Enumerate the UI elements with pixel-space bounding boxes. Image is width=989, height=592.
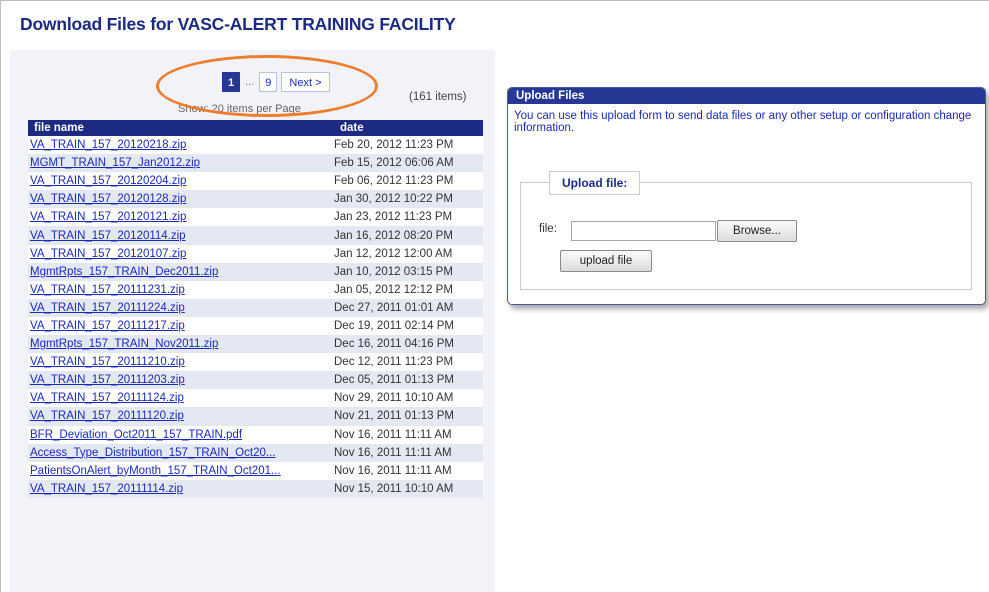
file-date-cell: Jan 16, 2012 08:20 PM bbox=[330, 226, 483, 245]
frame-border-left bbox=[0, 0, 1, 592]
file-name-cell: MgmtRpts_157_TRAIN_Nov2011.zip bbox=[28, 335, 330, 354]
file-date-cell: Feb 20, 2012 11:23 PM bbox=[330, 136, 483, 155]
upload-dialog-title: Upload Files bbox=[508, 88, 985, 104]
file-download-link[interactable]: VA_TRAIN_157_20111210.zip bbox=[30, 356, 328, 368]
table-row: MgmtRpts_157_TRAIN_Nov2011.zip Dec 16, 20… bbox=[28, 335, 483, 354]
table-row: VA_TRAIN_157_20111114.zip Nov 15, 2011 10… bbox=[28, 479, 483, 498]
file-date-cell: Jan 05, 2012 12:12 PM bbox=[330, 280, 483, 299]
file-download-link[interactable]: VA_TRAIN_157_20120121.zip bbox=[30, 211, 328, 223]
file-download-link[interactable]: VA_TRAIN_157_20111224.zip bbox=[30, 302, 328, 314]
table-row: VA_TRAIN_157_20111124.zip Nov 29, 2011 10… bbox=[28, 389, 483, 408]
table-row: VA_TRAIN_157_20111217.zip Dec 19, 2011 02… bbox=[28, 316, 483, 336]
table-row: BFR_Deviation_Oct2011_157_TRAIN.pdf Nov 1… bbox=[28, 425, 483, 444]
column-header-date[interactable]: date bbox=[330, 120, 483, 136]
table-row: VA_TRAIN_157_20120114.zip Jan 16, 2012 08… bbox=[28, 226, 483, 245]
file-name-cell: VA_TRAIN_157_20120218.zip bbox=[28, 136, 330, 155]
file-name-cell: PatientsOnAlert_byMonth_157_TRAIN_Oct201… bbox=[28, 461, 330, 480]
file-download-link[interactable]: PatientsOnAlert_byMonth_157_TRAIN_Oct201… bbox=[30, 465, 328, 477]
file-date-cell: Nov 16, 2011 11:11 AM bbox=[330, 461, 483, 480]
pagination-highlight-annotation bbox=[156, 55, 378, 117]
table-row: VA_TRAIN_157_20120218.zip Feb 20, 2012 11… bbox=[28, 136, 483, 155]
file-name-cell: VA_TRAIN_157_20111224.zip bbox=[28, 298, 330, 317]
file-date-cell: Jan 10, 2012 03:15 PM bbox=[330, 262, 483, 281]
file-field-label: file: bbox=[539, 223, 557, 235]
file-name-cell: VA_TRAIN_157_20120114.zip bbox=[28, 226, 330, 245]
file-name-cell: VA_TRAIN_157_20120204.zip bbox=[28, 172, 330, 191]
page-title: Download Files for VASC-ALERT TRAINING F… bbox=[20, 14, 456, 34]
file-date-cell: Jan 12, 2012 12:00 AM bbox=[330, 244, 483, 263]
file-name-cell: MgmtRpts_157_TRAIN_Dec2011.zip bbox=[28, 262, 330, 281]
table-row: VA_TRAIN_157_20111120.zip Nov 21, 2011 01… bbox=[28, 407, 483, 426]
file-download-link[interactable]: VA_TRAIN_157_20111217.zip bbox=[30, 320, 328, 332]
file-date-cell: Feb 15, 2012 06:06 AM bbox=[330, 154, 483, 173]
file-download-link[interactable]: VA_TRAIN_157_20111120.zip bbox=[30, 410, 328, 422]
items-count: (161 items) bbox=[409, 91, 467, 103]
file-name-cell: VA_TRAIN_157_20120107.zip bbox=[28, 244, 330, 263]
file-date-cell: Dec 19, 2011 02:14 PM bbox=[330, 316, 483, 336]
table-row: VA_TRAIN_157_20120121.zip Jan 23, 2012 11… bbox=[28, 208, 483, 227]
file-path-input[interactable] bbox=[571, 221, 716, 241]
file-download-link[interactable]: VA_TRAIN_157_20111114.zip bbox=[30, 483, 328, 495]
file-download-link[interactable]: BFR_Deviation_Oct2011_157_TRAIN.pdf bbox=[30, 429, 328, 441]
file-name-cell: BFR_Deviation_Oct2011_157_TRAIN.pdf bbox=[28, 425, 330, 444]
file-date-cell: Nov 16, 2011 11:11 AM bbox=[330, 443, 483, 462]
file-download-link[interactable]: MgmtRpts_157_TRAIN_Nov2011.zip bbox=[30, 338, 328, 350]
file-table-body: VA_TRAIN_157_20120218.zip Feb 20, 2012 11… bbox=[28, 136, 483, 498]
file-table: file name date VA_TRAIN_157_20120218.zip… bbox=[28, 120, 483, 498]
file-download-link[interactable]: VA_TRAIN_157_20120107.zip bbox=[30, 248, 328, 260]
file-name-cell: VA_TRAIN_157_20111210.zip bbox=[28, 353, 330, 372]
upload-description: You can use this upload form to send dat… bbox=[514, 110, 972, 134]
frame-border-top bbox=[0, 0, 989, 1]
file-download-link[interactable]: VA_TRAIN_157_20120128.zip bbox=[30, 193, 328, 205]
file-name-cell: VA_TRAIN_157_20111203.zip bbox=[28, 371, 330, 390]
file-download-link[interactable]: MGMT_TRAIN_157_Jan2012.zip bbox=[30, 157, 328, 169]
file-date-cell: Nov 15, 2011 10:10 AM bbox=[330, 479, 483, 498]
browse-button[interactable]: Browse... bbox=[717, 220, 797, 242]
file-name-cell: VA_TRAIN_157_20111120.zip bbox=[28, 407, 330, 426]
column-header-file-name[interactable]: file name bbox=[28, 120, 330, 136]
file-date-cell: Nov 21, 2011 01:13 PM bbox=[330, 407, 483, 426]
file-name-cell: VA_TRAIN_157_20120121.zip bbox=[28, 208, 330, 227]
upload-fieldset: Upload file: file: Browse... upload file bbox=[520, 171, 972, 290]
table-row: VA_TRAIN_157_20111231.zip Jan 05, 2012 12… bbox=[28, 280, 483, 299]
table-row: MgmtRpts_157_TRAIN_Dec2011.zip Jan 10, 20… bbox=[28, 262, 483, 281]
file-download-link[interactable]: VA_TRAIN_157_20120204.zip bbox=[30, 175, 328, 187]
table-row: VA_TRAIN_157_20120204.zip Feb 06, 2012 11… bbox=[28, 172, 483, 191]
table-row: VA_TRAIN_157_20120128.zip Jan 30, 2012 10… bbox=[28, 190, 483, 209]
file-date-cell: Dec 16, 2011 04:16 PM bbox=[330, 335, 483, 354]
upload-file-button[interactable]: upload file bbox=[560, 250, 652, 272]
file-date-cell: Jan 30, 2012 10:22 PM bbox=[330, 190, 483, 209]
file-date-cell: Nov 29, 2011 10:10 AM bbox=[330, 389, 483, 408]
table-row: PatientsOnAlert_byMonth_157_TRAIN_Oct201… bbox=[28, 461, 483, 480]
table-row: VA_TRAIN_157_20111210.zip Dec 12, 2011 11… bbox=[28, 353, 483, 372]
file-download-link[interactable]: VA_TRAIN_157_20111203.zip bbox=[30, 374, 328, 386]
table-row: MGMT_TRAIN_157_Jan2012.zip Feb 15, 2012 0… bbox=[28, 154, 483, 173]
file-name-cell: VA_TRAIN_157_20120128.zip bbox=[28, 190, 330, 209]
file-date-cell: Dec 05, 2011 01:13 PM bbox=[330, 371, 483, 390]
file-name-cell: VA_TRAIN_157_20111231.zip bbox=[28, 280, 330, 299]
table-row: Access_Type_Distribution_157_TRAIN_Oct20… bbox=[28, 443, 483, 462]
file-name-cell: VA_TRAIN_157_20111217.zip bbox=[28, 316, 330, 336]
table-row: VA_TRAIN_157_20111203.zip Dec 05, 2011 01… bbox=[28, 371, 483, 390]
file-download-link[interactable]: VA_TRAIN_157_20120218.zip bbox=[30, 139, 328, 151]
upload-fieldset-legend: Upload file: bbox=[549, 171, 641, 195]
file-name-cell: VA_TRAIN_157_20111124.zip bbox=[28, 389, 330, 408]
file-download-link[interactable]: VA_TRAIN_157_20120114.zip bbox=[30, 230, 328, 242]
file-name-cell: Access_Type_Distribution_157_TRAIN_Oct20… bbox=[28, 443, 330, 462]
file-download-link[interactable]: Access_Type_Distribution_157_TRAIN_Oct20… bbox=[30, 447, 328, 459]
file-date-cell: Dec 27, 2011 01:01 AM bbox=[330, 298, 483, 317]
file-date-cell: Feb 06, 2012 11:23 PM bbox=[330, 172, 483, 191]
file-name-cell: MGMT_TRAIN_157_Jan2012.zip bbox=[28, 154, 330, 173]
file-date-cell: Dec 12, 2011 11:23 PM bbox=[330, 353, 483, 372]
file-download-link[interactable]: VA_TRAIN_157_20111124.zip bbox=[30, 392, 328, 404]
table-row: VA_TRAIN_157_20120107.zip Jan 12, 2012 12… bbox=[28, 244, 483, 263]
file-download-link[interactable]: MgmtRpts_157_TRAIN_Dec2011.zip bbox=[30, 266, 328, 278]
file-date-cell: Jan 23, 2012 11:23 PM bbox=[330, 208, 483, 227]
file-download-link[interactable]: VA_TRAIN_157_20111231.zip bbox=[30, 284, 328, 296]
table-row: VA_TRAIN_157_20111224.zip Dec 27, 2011 01… bbox=[28, 298, 483, 317]
file-name-cell: VA_TRAIN_157_20111114.zip bbox=[28, 479, 330, 498]
table-header-row: file name date bbox=[28, 120, 483, 136]
upload-files-dialog: Upload Files You can use this upload for… bbox=[507, 87, 986, 305]
file-date-cell: Nov 16, 2011 11:11 AM bbox=[330, 425, 483, 444]
